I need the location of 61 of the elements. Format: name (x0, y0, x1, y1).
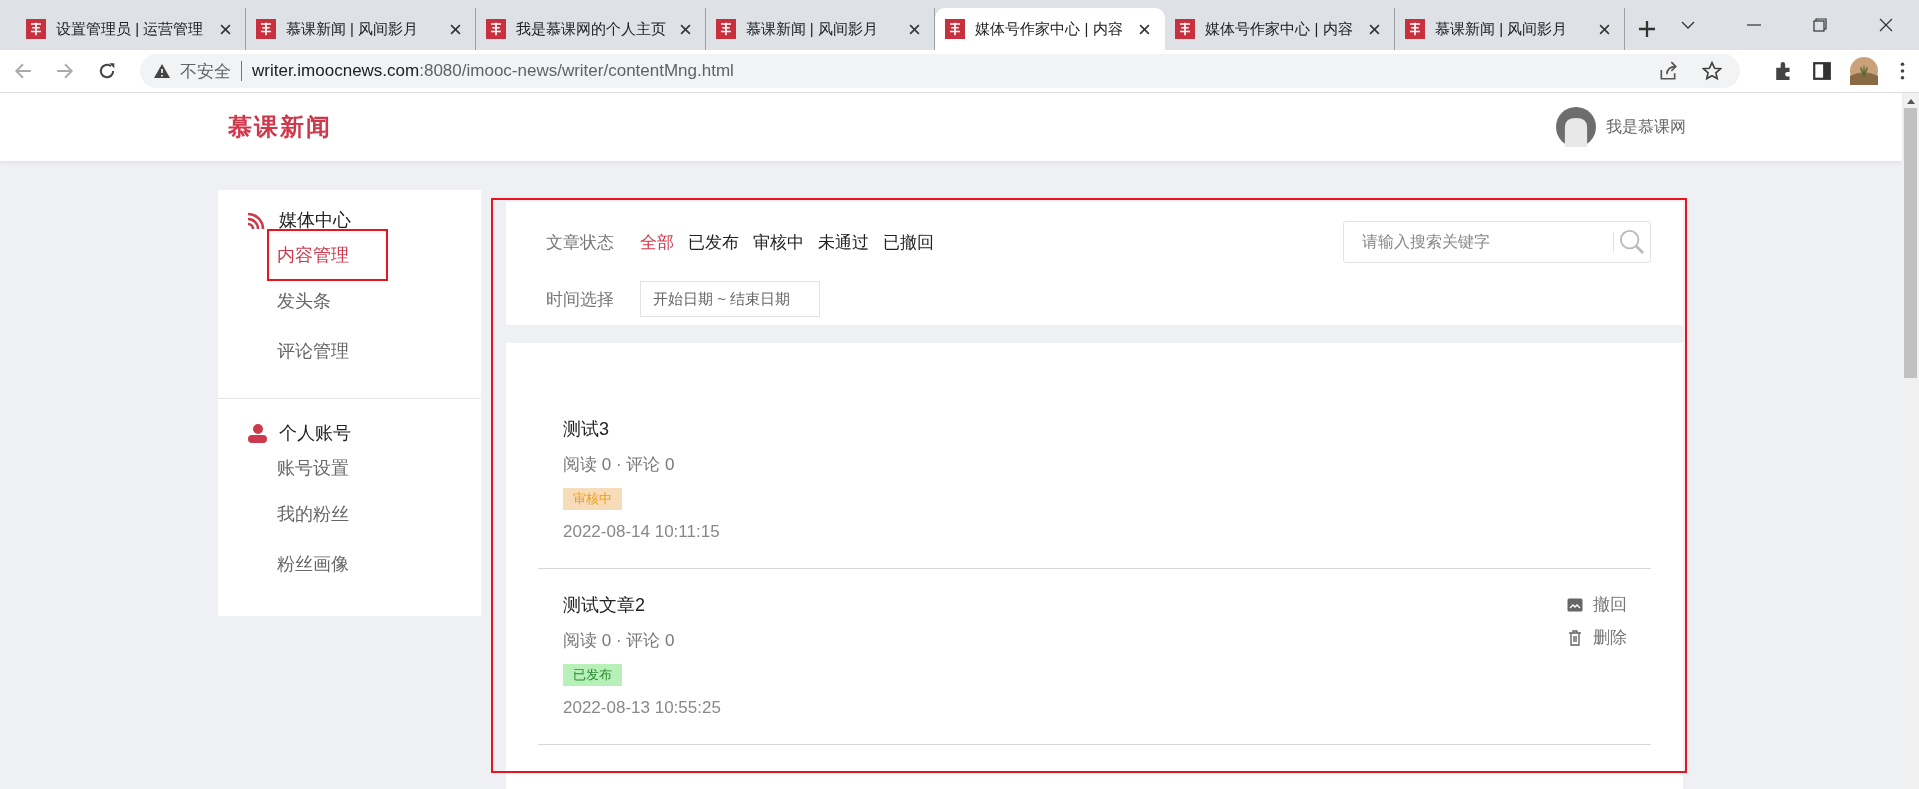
browser-tab[interactable]: 媒体号作家中心 | 内容 (935, 8, 1166, 50)
favicon-icon (1175, 19, 1196, 39)
favicon-icon (255, 19, 276, 39)
close-icon[interactable] (449, 23, 461, 35)
address-bar[interactable]: 不安全 writer.imoocnews.com:8080/imooc-news/writer/contentMng.html (140, 54, 1740, 88)
article-title[interactable]: 测试3 (563, 417, 609, 441)
site-logo[interactable]: 慕课新闻 (228, 111, 332, 143)
favicon-icon (945, 19, 966, 39)
signal-icon (247, 210, 267, 230)
favicon-icon (485, 19, 506, 39)
avatar-icon[interactable] (1556, 107, 1596, 147)
article-date: 2022-08-14 10:11:15 (563, 522, 720, 542)
scroll-up-icon[interactable] (1906, 99, 1915, 104)
status-filter[interactable]: 全部 (640, 230, 674, 254)
article-stats: 阅读 0 · 评论 0 (563, 630, 675, 652)
status-tag: 审核中 (563, 488, 622, 510)
article-action[interactable]: 删除 (1567, 626, 1627, 649)
sidebar-item[interactable]: 评论管理 (265, 326, 481, 376)
close-icon[interactable] (219, 23, 231, 35)
security-label: 不安全 (180, 60, 231, 83)
close-icon[interactable] (679, 23, 691, 35)
status-filter[interactable]: 已发布 (688, 230, 739, 254)
favicon-icon (1405, 19, 1426, 39)
favicon-icon (26, 19, 46, 39)
close-icon[interactable] (1139, 23, 1151, 35)
article-stats: 阅读 0 · 评论 0 (563, 454, 675, 476)
filter-label: 时间选择 (546, 288, 615, 311)
sidebar-item[interactable]: 账号设置 (265, 445, 481, 489)
share-icon[interactable] (1658, 61, 1678, 81)
warning-icon (154, 64, 170, 78)
url-text: writer.imoocnews.com:8080/imooc-news/writer/contentMng.html (252, 61, 734, 81)
search-field[interactable]: 请输入搜索关键字 (1343, 221, 1651, 263)
favicon-icon (715, 19, 736, 39)
sidebar-item[interactable]: 粉丝画像 (265, 539, 481, 589)
menu-icon[interactable] (1900, 62, 1905, 80)
user-name[interactable]: 我是慕课网 (1606, 116, 1686, 138)
status-tag: 已发布 (563, 664, 622, 686)
article-date: 2022-08-13 10:55:25 (563, 698, 721, 718)
status-filter[interactable]: 未通过 (818, 230, 869, 254)
side-panel-icon[interactable] (1812, 61, 1832, 81)
section-title: 媒体中心 (279, 209, 351, 232)
sidebar-item[interactable]: 内容管理 (265, 232, 481, 276)
trash-icon (1567, 629, 1583, 646)
close-icon[interactable] (1369, 23, 1381, 35)
close-icon[interactable] (909, 23, 921, 35)
new-tab-icon[interactable] (1639, 21, 1655, 37)
article-action[interactable]: 撤回 (1567, 593, 1627, 616)
scrollbar-thumb[interactable] (1904, 108, 1917, 378)
person-icon (247, 423, 267, 443)
article-title[interactable]: 测试文章2 (563, 593, 645, 617)
star-icon[interactable] (1702, 61, 1722, 81)
close-icon[interactable] (1599, 23, 1610, 35)
date-range-field[interactable]: 开始日期 ~ 结束日期 (640, 281, 820, 317)
status-filter[interactable]: 已撤回 (883, 230, 934, 254)
sidebar-item[interactable]: 发头条 (265, 276, 481, 326)
reload-icon[interactable] (98, 62, 116, 80)
filter-label: 文章状态 (546, 231, 615, 254)
status-filter[interactable]: 审核中 (753, 230, 804, 254)
image-icon (1567, 596, 1583, 613)
section-title: 个人账号 (279, 422, 351, 445)
sidebar-item[interactable]: 我的粉丝 (265, 489, 481, 539)
